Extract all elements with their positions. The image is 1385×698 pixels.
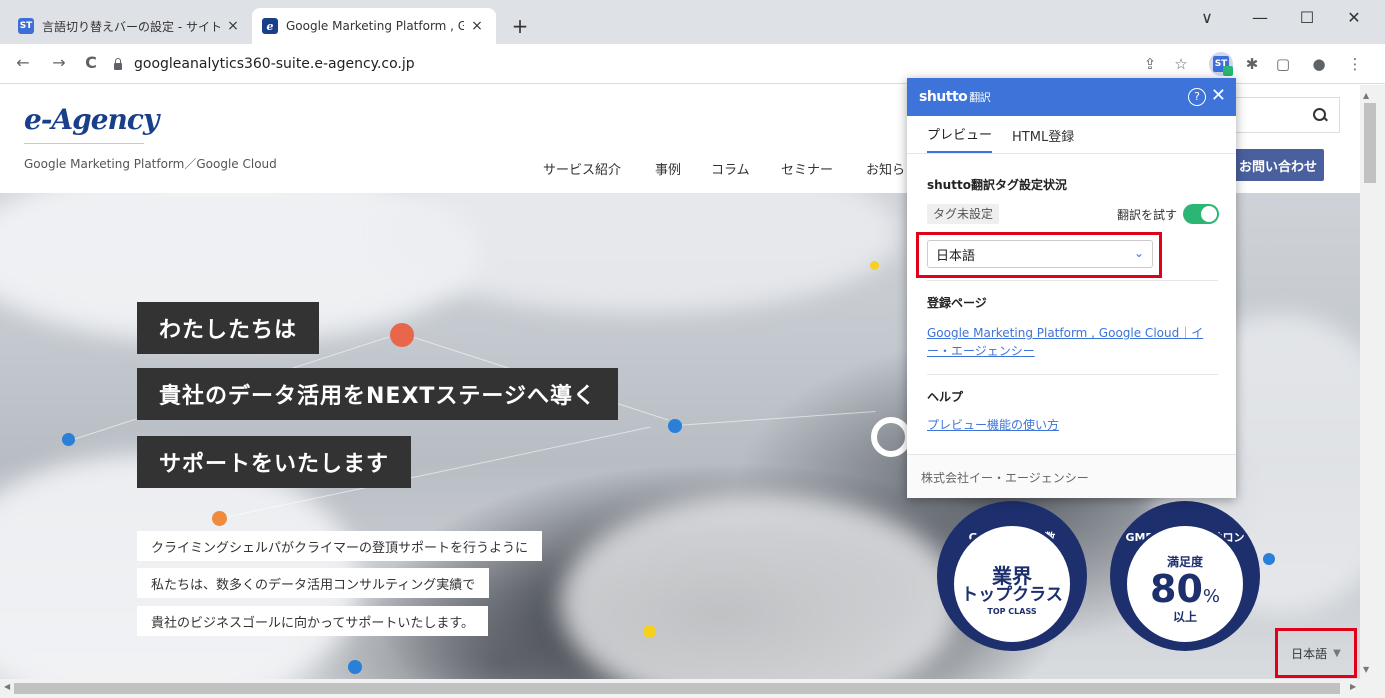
top-class-badge: GMP のご契約数 業界 トップクラス TOP CLASS	[937, 501, 1087, 651]
blue-dot	[62, 433, 75, 446]
satisfaction-badge: GMP プレミアムサロン 満足度 80% 以上	[1110, 501, 1260, 651]
divider	[927, 374, 1218, 375]
tab-html-register[interactable]: HTML登録	[1012, 126, 1074, 153]
extensions-puzzle-icon[interactable]: ✱	[1243, 55, 1261, 73]
scroll-left-icon[interactable]: ◀	[4, 682, 10, 691]
e-agency-favicon-icon: e	[262, 18, 278, 34]
close-icon[interactable]: ×	[224, 18, 242, 34]
nav-cases[interactable]: 事例	[655, 159, 681, 178]
tab-strip: ST 言語切り替えバーの設定 - サイト設定 × e Google Market…	[0, 0, 1385, 44]
reload-button[interactable]: C	[80, 53, 102, 72]
close-icon[interactable]: ×	[468, 18, 486, 34]
site-tagline: Google Marketing Platform／Google Cloud	[24, 157, 277, 171]
maximize-button[interactable]: ☐	[1284, 4, 1330, 32]
blue-dot	[1263, 553, 1275, 565]
connector-line	[676, 411, 876, 426]
badge-percent: %	[1202, 586, 1220, 607]
badge-number: 80	[1150, 567, 1203, 611]
site-logo[interactable]: e-Agency	[24, 103, 159, 136]
tab-title: 言語切り替えバーの設定 - サイト設定	[42, 19, 220, 34]
tab-preview[interactable]: プレビュー	[927, 124, 993, 153]
horizontal-scrollbar[interactable]: ◀ ▶	[0, 679, 1385, 698]
registered-page-link[interactable]: Google Marketing Platform , Google Cloud…	[927, 324, 1217, 360]
profile-avatar-icon[interactable]: ●	[1310, 55, 1328, 73]
nav-seminar[interactable]: セミナー	[781, 159, 833, 178]
active-indicator	[1223, 66, 1233, 76]
try-translation-toggle[interactable]	[1183, 204, 1219, 224]
lock-icon[interactable]	[112, 58, 124, 70]
popup-footer: 株式会社イー・エージェンシー	[907, 454, 1236, 498]
forward-button[interactable]: →	[48, 53, 70, 72]
divider	[927, 280, 1218, 281]
hero-subline: 貴社のビジネスゴールに向かってサポートいたします。	[137, 606, 489, 636]
orange-dot	[212, 511, 227, 526]
scrollbar-thumb[interactable]	[1364, 103, 1376, 183]
nav-news[interactable]: お知ら	[866, 159, 905, 178]
nav-column[interactable]: コラム	[711, 159, 750, 178]
url-text: googleanalytics360-suite.e-agency.co.jp	[134, 56, 415, 72]
help-title: ヘルプ	[927, 390, 964, 404]
scrollbar-thumb[interactable]	[14, 683, 1340, 694]
registered-page-title: 登録ページ	[927, 296, 987, 310]
popup-header: shutto 翻訳 ? ✕	[907, 78, 1236, 116]
contact-button[interactable]: お問い合わせ	[1232, 149, 1324, 181]
white-ring	[871, 417, 911, 457]
close-icon[interactable]: ✕	[1211, 85, 1226, 106]
scroll-up-icon[interactable]: ▲	[1363, 91, 1369, 100]
new-tab-button[interactable]: +	[508, 14, 532, 38]
minimize-button[interactable]: —	[1237, 4, 1283, 32]
hero-headline: わたしたちは	[137, 302, 320, 354]
blue-dot	[668, 419, 682, 433]
help-icon[interactable]: ?	[1188, 88, 1206, 106]
bookmark-star-icon[interactable]: ☆	[1172, 55, 1190, 73]
search-icon[interactable]	[1313, 108, 1327, 122]
nav-services[interactable]: サービス紹介	[543, 159, 621, 178]
language-switcher-value: 日本語	[1291, 646, 1328, 661]
hero-headline: 貴社のデータ活用をNEXTステージへ導く	[137, 368, 618, 420]
highlight-frame	[916, 232, 1162, 278]
menu-kebab-icon[interactable]: ⋮	[1346, 55, 1364, 73]
shutto-favicon-icon: ST	[18, 18, 34, 34]
shutto-extension-button[interactable]: ST	[1209, 52, 1233, 76]
shutto-translation-popup: shutto 翻訳 ? ✕ プレビュー HTML登録 shutto翻訳タグ設定状況…	[907, 78, 1236, 498]
hero-cloud	[380, 193, 900, 313]
yellow-dot	[870, 261, 879, 270]
back-button[interactable]: ←	[12, 53, 34, 72]
badge-small-text: TOP CLASS	[987, 606, 1037, 616]
tag-status-chip: タグ未設定	[927, 204, 1000, 224]
site-search-box[interactable]	[1236, 97, 1340, 133]
share-icon[interactable]: ⇪	[1141, 55, 1159, 73]
try-translation-label: 翻訳を試す	[1117, 208, 1178, 222]
popup-tabs: プレビュー HTML登録	[907, 116, 1236, 154]
badge-mid-text: トップクラス	[961, 585, 1063, 606]
blue-dot	[348, 660, 362, 674]
hero-subline: 私たちは、数多くのデータ活用コンサルティング実績で	[137, 568, 490, 598]
side-panel-icon[interactable]: ▢	[1274, 55, 1292, 73]
help-link[interactable]: プレビュー機能の使い方	[927, 416, 1217, 434]
logo-divider	[24, 143, 144, 144]
popup-brand: shutto 翻訳	[919, 89, 991, 105]
tab-language-settings[interactable]: ST 言語切り替えバーの設定 - サイト設定 ×	[8, 8, 252, 44]
scroll-right-icon[interactable]: ▶	[1350, 682, 1356, 691]
scroll-down-icon[interactable]: ▼	[1363, 665, 1369, 674]
hero-cloud	[560, 493, 960, 679]
orange-dot	[390, 323, 414, 347]
address-bar[interactable]: googleanalytics360-suite.e-agency.co.jp	[112, 50, 1202, 78]
caret-down-icon: ▼	[1333, 647, 1341, 659]
vertical-scrollbar[interactable]: ▲ ▼	[1360, 85, 1385, 679]
hero-headline: サポートをいたします	[137, 436, 412, 488]
tab-search-icon[interactable]: ∨	[1184, 4, 1230, 32]
yellow-dot	[643, 625, 656, 638]
tag-status-title: shutto翻訳タグ設定状況	[927, 178, 1067, 192]
hero-subline: クライミングシェルパがクライマーの登頂サポートを行うように	[137, 531, 543, 561]
badge-big-text: 業界	[992, 564, 1032, 589]
badge-bottom: 以上	[1172, 610, 1197, 624]
close-window-button[interactable]: ✕	[1331, 4, 1377, 32]
tab-google-marketing-platform[interactable]: e Google Marketing Platform , Goo ×	[252, 8, 496, 44]
tab-title: Google Marketing Platform , Goo	[286, 19, 464, 33]
language-switcher[interactable]: 日本語 ▼	[1275, 628, 1357, 678]
